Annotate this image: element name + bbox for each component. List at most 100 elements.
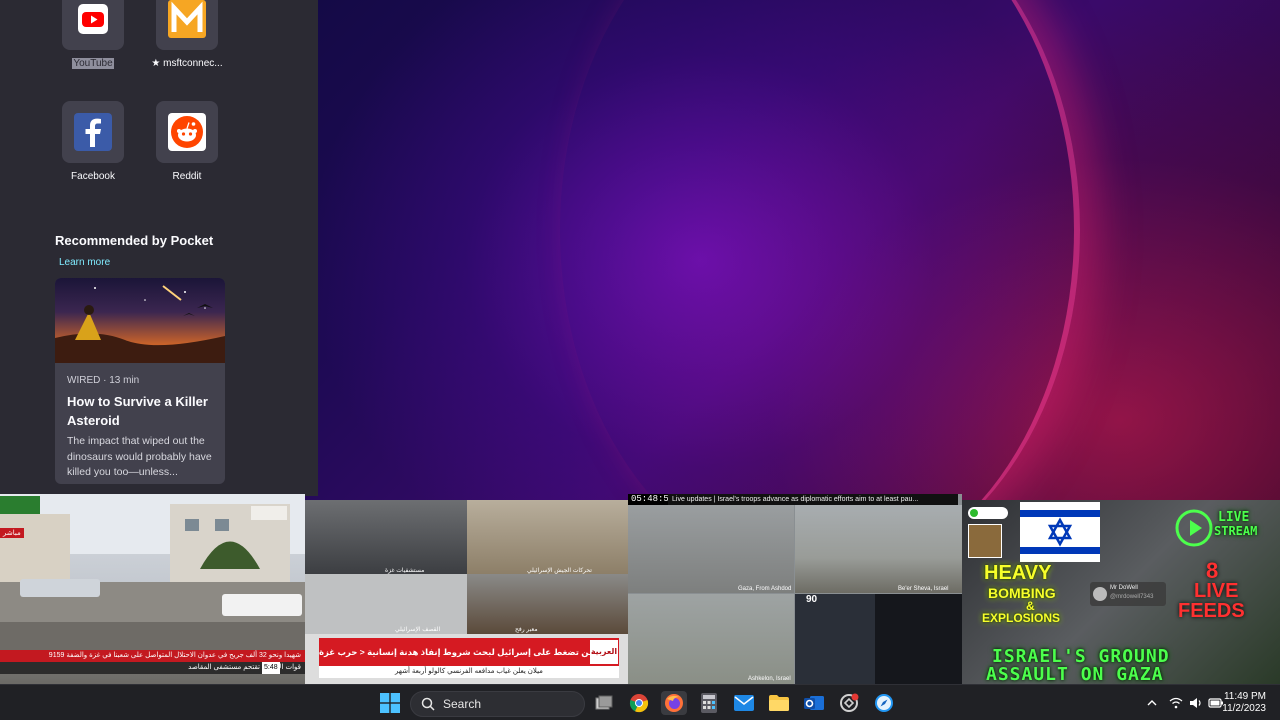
news-ticker-red: 9159 شهيدا ونحو 32 ألف جريح في عدوان الا… [0,650,305,662]
bombing-text: BOMBING [988,585,1056,601]
chrome-taskbar-button[interactable] [626,691,652,715]
ticker-time: 5:48 [262,662,280,674]
safari-like-taskbar-button[interactable] [871,691,897,715]
pocket-heading-text: Recommended by Pocket [55,233,214,248]
youtube-icon [78,4,108,34]
streamer-avatar [968,524,1002,558]
live-stream-text-2: STREAM [1214,524,1258,538]
live-tag: مباشر [0,528,24,538]
taskbar-search[interactable]: Search [410,691,585,717]
palestine-tv-logo [251,506,287,520]
msft-m-icon [168,0,206,38]
outlook-icon [804,696,824,710]
pocket-heading: Recommended by Pocket Learn more [55,231,235,273]
clock-time: 11:49 PM [1223,691,1266,702]
app-notification-icon [840,693,859,712]
play-circle-icon [1175,509,1213,547]
speaker-icon [1190,698,1201,708]
top-site-label: Reddit [172,171,202,182]
feeds-text: FEEDS [1178,600,1245,622]
top-site-facebook[interactable]: Facebook [43,101,143,182]
window-thumbnail-live-feeds[interactable]: 05:48:56 Live updates | Israel's troops … [628,494,962,684]
headline-line-2: ASSAULT ON GAZA [986,664,1164,684]
tile-icon-box [62,0,124,50]
sub-ticker: ميلان يعلن غياب مدافعه الفرنسي كالولو أر… [319,666,619,678]
feed-cell-2 [795,505,962,593]
news-ticker-dark: 5:48 قوات الاحتلال تقتحم مستشفى المقاصد [0,662,305,674]
search-label: Search [443,697,482,711]
clock[interactable]: 11:49 PM 11/2/2023 [1222,691,1266,715]
star-of-david-icon [1047,517,1073,547]
reddit-icon [168,113,206,151]
clock-date: 11/2/2023 [1222,703,1266,714]
top-site-msftconnect[interactable]: ★ msftconnec... [137,0,237,69]
grid-caption: معبر رفح [515,627,538,633]
learn-more-link[interactable]: Learn more [59,257,110,268]
mail-icon [734,695,754,711]
updates-cell [875,594,962,684]
alarabiya-logo: العربية [590,640,618,664]
israel-flag [1020,502,1100,562]
task-view-icon [595,695,613,710]
chevron-up-icon [1147,700,1157,706]
story-headline: How to Survive a Killer Asteroid [67,394,208,428]
story-illustration [55,278,225,363]
window-thumbnail-alarabiya[interactable]: مستشفيات غزة تحركات الجيش الإسرائيلي الق… [305,500,628,684]
compass-icon [875,694,893,712]
tile-icon-box [62,101,124,163]
outlook-taskbar-button[interactable] [801,691,827,715]
chat-chip: Mr DoWell @mrdowell7343 [1090,582,1166,606]
live-indicator [968,507,1008,519]
search-icon [421,697,435,711]
app-taskbar-button[interactable] [836,691,862,715]
top-site-label: ★ msftconnec... [151,58,223,69]
tray-chevron-button[interactable] [1142,691,1162,715]
chat-handle: @mrdowell7343 [1110,594,1154,600]
feed-cell-1 [628,505,794,593]
wifi-status[interactable] [1166,691,1186,715]
map-cell [795,594,875,684]
heavy-text: HEAVY [984,562,1052,584]
tile-icon-box [156,101,218,163]
facebook-icon [74,113,112,151]
window-thumbnail-youtube-stream[interactable]: LIVE STREAM HEAVY BOMBING & EXPLOSIONS M… [962,500,1280,684]
start-button[interactable] [377,691,403,715]
volume-status[interactable] [1186,691,1206,715]
chat-user: Mr DoWell [1110,585,1138,591]
top-site-label: Facebook [71,171,115,182]
wallpaper-glow-arc [560,0,1080,580]
map-number: 90 [806,594,818,605]
firefox-icon [665,694,683,712]
windows-logo-icon [380,693,400,713]
grid-caption: القصف الإسرائيلي [395,627,441,633]
asteroid-illustration [55,285,225,363]
video-grid-cell-3 [305,574,467,634]
explosions-text: EXPLOSIONS [982,611,1061,625]
grid-caption: تحركات الجيش الإسرائيلي [527,568,592,574]
calculator-icon [701,693,717,713]
calculator-taskbar-button[interactable] [696,691,722,715]
folder-icon [769,695,789,711]
channel-badge [0,496,40,514]
window-thumbnail-palestine-tv[interactable]: مباشر 9159 شهيدا ونحو 32 ألف جريح في عدو… [0,494,305,684]
wifi-icon [1169,697,1183,709]
video-grid-cell-1 [305,500,467,574]
tile-icon-box [156,0,218,50]
grid-caption: مستشفيات غزة [385,568,425,574]
feed-label: Gaza, From Ashdod [738,586,792,592]
top-site-reddit[interactable]: Reddit [137,101,237,182]
video-grid-cell-2 [467,500,628,574]
top-site-youtube[interactable]: YouTube [43,0,143,74]
story-source: WIRED · 13 min [67,375,140,386]
task-view-button[interactable] [591,691,617,715]
live-stream-text-1: LIVE [1218,510,1250,525]
firefox-taskbar-button[interactable] [661,691,687,715]
feed-label: Be'er Sheva, Israel [898,586,949,592]
file-explorer-taskbar-button[interactable] [766,691,792,715]
breaking-banner: إعلام فلسطيني: واشنطن تضغط على إسرائيل ل… [319,638,619,666]
story-excerpt: The impact that wiped out the dinosaurs … [67,435,212,478]
mail-taskbar-button[interactable] [731,691,757,715]
pocket-story-card[interactable]: WIRED · 13 min How to Survive a Killer A… [55,278,225,484]
live-updates-bar: Live updates | Israel's troops advance a… [668,494,958,505]
video-grid-cell-4 [467,574,628,634]
